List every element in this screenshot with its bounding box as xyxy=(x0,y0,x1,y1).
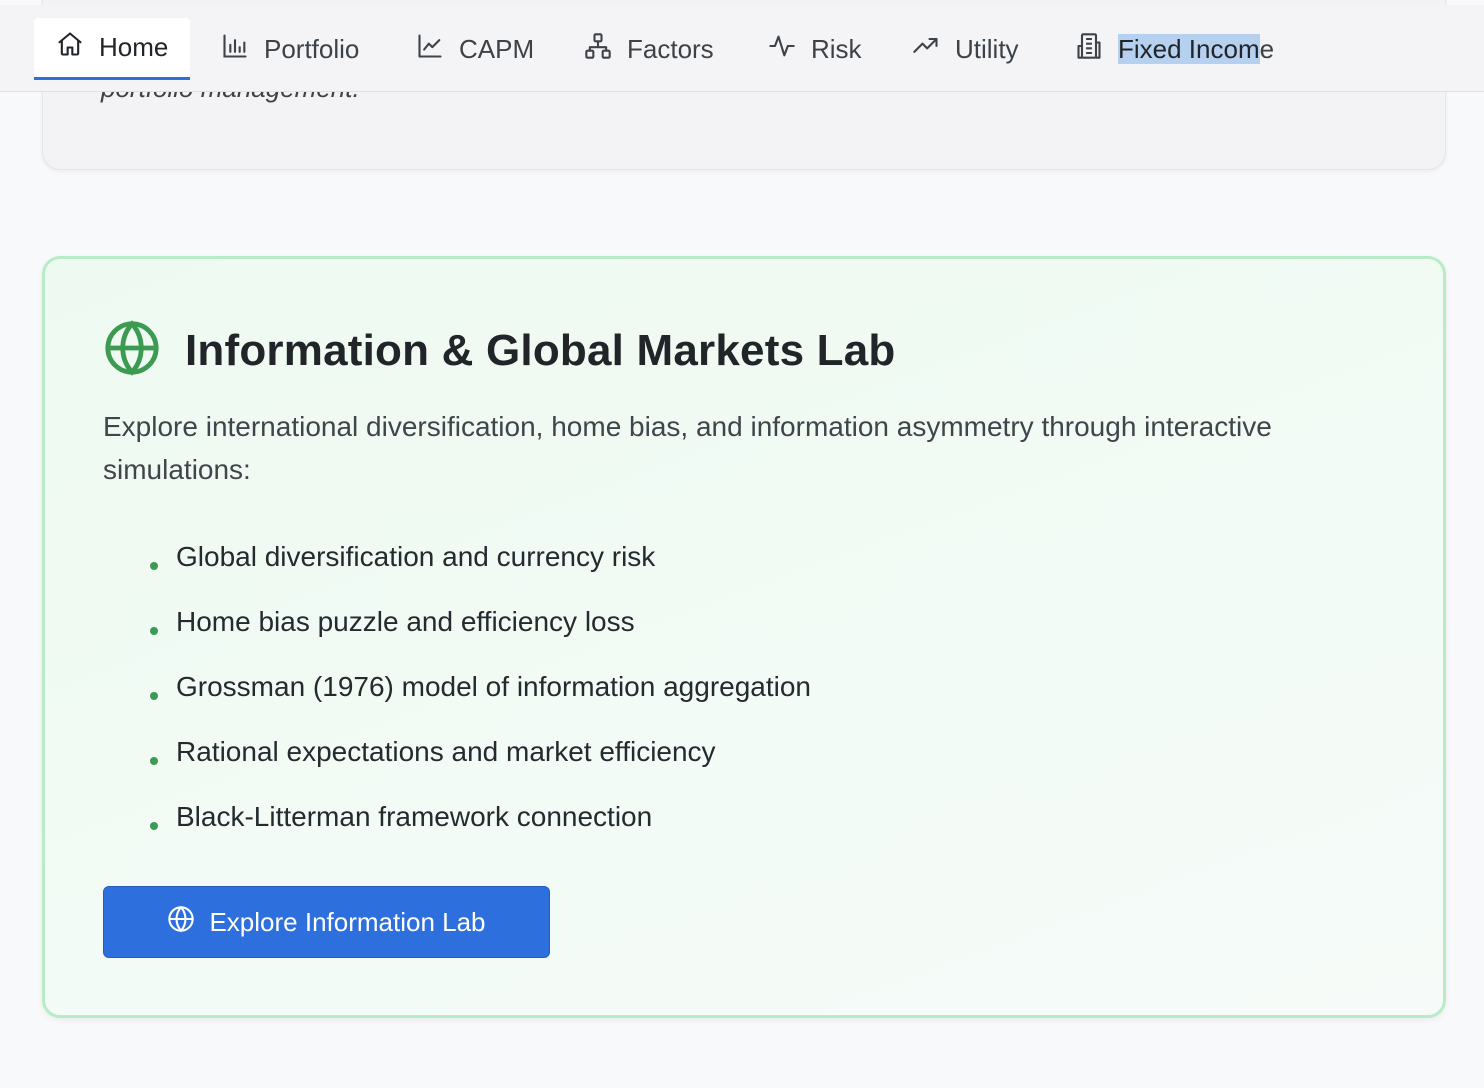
information-lab-card: Information & Global Markets Lab Explore… xyxy=(42,256,1446,1018)
globe-icon xyxy=(167,905,195,940)
button-label: Explore Information Lab xyxy=(209,906,486,937)
nav-tab-risk[interactable]: Risk xyxy=(768,18,862,80)
trending-up-icon xyxy=(912,32,940,67)
list-item: Home bias puzzle and efficiency loss xyxy=(145,594,811,659)
nav-tab-label: Fixed Income xyxy=(1118,33,1275,65)
nav-tab-label: Risk xyxy=(811,33,862,64)
list-item-text: Black-Litterman framework connection xyxy=(176,801,653,832)
list-item: Global diversification and currency risk xyxy=(145,529,811,594)
nav-tab-capm[interactable]: CAPM xyxy=(416,18,534,80)
nav-tab-label: Factors xyxy=(627,33,714,64)
network-icon xyxy=(584,32,612,67)
globe-icon xyxy=(103,319,161,382)
building-icon xyxy=(1075,32,1103,67)
selected-text: Fixed Incom xyxy=(1118,33,1260,64)
explore-information-lab-button[interactable]: Explore Information Lab xyxy=(103,886,550,958)
nav-tab-portfolio[interactable]: Portfolio xyxy=(221,18,359,80)
nav-tab-fixed-income[interactable]: Fixed Income xyxy=(1075,18,1274,80)
nav-tab-label: Portfolio xyxy=(264,33,360,64)
bullet-dot-icon xyxy=(150,822,158,830)
lab-feature-list: Global diversification and currency risk… xyxy=(145,529,811,854)
nav-tab-label: Utility xyxy=(955,33,1019,64)
lab-title: Information & Global Markets Lab xyxy=(185,325,896,375)
bullet-dot-icon xyxy=(150,627,158,635)
bullet-dot-icon xyxy=(150,562,158,570)
line-chart-icon xyxy=(416,32,444,67)
activity-icon xyxy=(768,32,796,67)
list-item: Grossman (1976) model of information agg… xyxy=(145,659,811,724)
list-item-text: Global diversification and currency risk xyxy=(176,541,656,572)
list-item-text: Grossman (1976) model of information agg… xyxy=(176,671,812,702)
lab-header: Information & Global Markets Lab xyxy=(103,319,896,382)
bullet-dot-icon xyxy=(150,757,158,765)
nav-tab-home[interactable]: Home xyxy=(34,18,191,80)
top-nav: Home Portfolio CAPM Factors Risk Utility… xyxy=(0,5,1484,92)
lab-description: Explore international diversification, h… xyxy=(103,411,1272,485)
bullet-dot-icon xyxy=(150,692,158,700)
bar-chart-icon xyxy=(221,32,249,67)
nav-tab-utility[interactable]: Utility xyxy=(912,18,1019,80)
home-icon xyxy=(56,30,84,65)
nav-tab-label: CAPM xyxy=(459,33,535,64)
list-item-text: Rational expectations and market efficie… xyxy=(176,736,716,767)
nav-tab-label: Home xyxy=(99,32,169,62)
list-item: Black-Litterman framework connection xyxy=(145,789,811,854)
nav-tab-factors[interactable]: Factors xyxy=(584,18,714,80)
unselected-text: e xyxy=(1259,33,1275,64)
list-item-text: Home bias puzzle and efficiency loss xyxy=(176,606,635,637)
list-item: Rational expectations and market efficie… xyxy=(145,724,811,789)
